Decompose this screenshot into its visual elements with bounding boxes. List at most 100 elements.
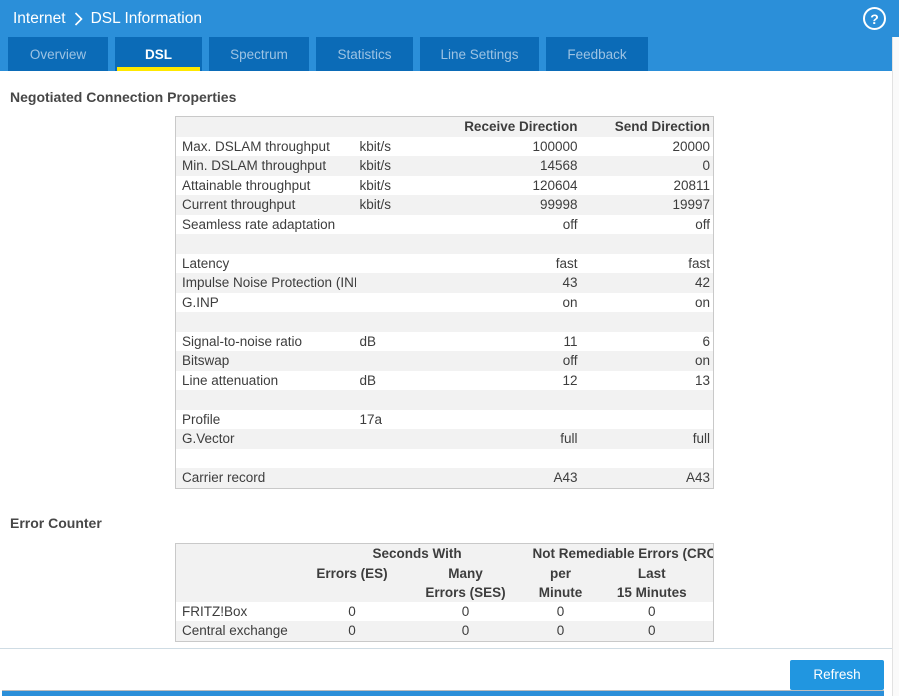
top-bar: Internet DSL Information ?: [0, 0, 899, 37]
table-row: Seamless rate adaptation off off: [176, 215, 714, 235]
cell-send: 20000: [672, 138, 710, 154]
column-header-last-line2: 15 Minutes: [616, 584, 687, 600]
cell-per-minute: 0: [556, 623, 565, 638]
tab-statistics[interactable]: Statistics: [316, 37, 413, 71]
cell-unit: dB: [359, 333, 377, 349]
cell-name: Min. DSLAM throughput: [182, 158, 327, 173]
cell-unit: [356, 351, 446, 371]
cell-es: 0: [348, 603, 356, 619]
cell-receive: full: [560, 431, 578, 446]
table-row: Min. DSLAM throughput kbit/s 14568 0: [175, 156, 714, 176]
cell-receive: A43: [553, 470, 578, 485]
chevron-right-icon: [74, 12, 83, 26]
cell-receive: 11: [563, 333, 578, 349]
column-header-last-line1: Last: [637, 565, 666, 581]
cell-receive: off: [562, 216, 578, 232]
table-row: Central exchange 0 0 0 0: [175, 621, 714, 641]
cell-send: full: [692, 431, 710, 446]
cell-send: off: [695, 216, 710, 232]
cell-name: Current throughput: [182, 197, 296, 212]
cell-per-minute: 0: [556, 603, 565, 619]
spacer-row: [175, 390, 714, 410]
tab-feedback[interactable]: Feedback: [546, 37, 648, 71]
cell-send: 20811: [673, 177, 710, 193]
header-empty: [175, 563, 304, 602]
content-area: Negotiated Connection Properties Receive…: [0, 71, 899, 691]
cell-unit: [356, 273, 446, 293]
tab-overview[interactable]: Overview: [8, 37, 108, 71]
breadcrumb-internet[interactable]: Internet: [13, 10, 66, 28]
table-row: G.Vector full full: [175, 429, 714, 449]
cell-send: on: [694, 353, 710, 368]
breadcrumb-page-title: DSL Information: [90, 9, 202, 27]
column-header-receive: Receive Direction: [445, 116, 581, 137]
button-row: Refresh: [0, 647, 899, 691]
cell-receive: on: [562, 294, 578, 310]
tab-spectrum[interactable]: Spectrum: [209, 37, 309, 71]
page-right-gutter: [892, 37, 899, 696]
cell-receive: 12: [562, 372, 578, 388]
cell-unit: 17a: [359, 411, 383, 427]
cell-receive: 43: [562, 275, 578, 290]
header-empty: [175, 116, 356, 137]
table-row: Profile 17a: [176, 410, 714, 430]
cell-send: A43: [685, 470, 710, 485]
cell-name: Carrier record: [182, 470, 266, 485]
cell-receive: [446, 410, 581, 430]
section-title-connection: Negotiated Connection Properties: [10, 89, 237, 105]
cell-es: 0: [348, 623, 356, 638]
cell-unit: kbit/s: [359, 197, 392, 212]
cell-unit: [356, 293, 446, 313]
cell-unit: kbit/s: [359, 177, 392, 193]
cell-receive: off: [562, 353, 578, 368]
table-row: Signal-to-noise ratio dB 11 6: [176, 332, 714, 352]
cell-send: [581, 410, 714, 430]
table-row: Carrier record A43 A43: [175, 468, 714, 488]
table-header-row: Receive Direction Send Direction: [175, 116, 714, 137]
cell-unit: [356, 429, 446, 449]
cell-receive: 99998: [539, 197, 578, 212]
cell-name: Max. DSLAM throughput: [182, 138, 330, 154]
tab-bar: Overview DSL Spectrum Statistics Line Se…: [0, 37, 899, 71]
cell-receive: 120604: [532, 177, 578, 193]
cell-name: G.INP: [182, 294, 219, 310]
cell-unit: [356, 254, 446, 274]
cell-ses: 0: [461, 623, 470, 638]
tab-line-settings[interactable]: Line Settings: [420, 37, 539, 71]
table-row: FRITZ!Box 0 0 0 0: [176, 602, 714, 622]
table-row: Impulse Noise Protection (INP) 43 42: [175, 273, 714, 293]
cell-last-15: 0: [648, 603, 656, 619]
column-header-ses: Many Errors (SES): [400, 563, 531, 602]
table-row: Attainable throughput kbit/s 120604 2081…: [176, 176, 714, 196]
cell-name: Seamless rate adaptation: [182, 216, 336, 232]
table-row: Line attenuation dB 12 13: [176, 371, 714, 391]
table-row: Max. DSLAM throughput kbit/s 100000 2000…: [176, 137, 714, 157]
cell-send: 19997: [672, 197, 710, 212]
cell-name: Impulse Noise Protection (INP): [182, 275, 356, 290]
spacer-row: [175, 234, 714, 254]
header-empty: [355, 116, 446, 137]
column-header-send: Send Direction: [580, 116, 714, 137]
table-row: Current throughput kbit/s 99998 19997: [175, 195, 714, 215]
refresh-button[interactable]: Refresh: [790, 659, 884, 690]
cell-send: 42: [694, 275, 710, 290]
cell-send: 6: [702, 333, 710, 349]
cell-receive: fast: [555, 255, 578, 271]
help-button[interactable]: ?: [863, 7, 886, 30]
error-counter-table: Seconds With Not Remediable Errors (CRC)…: [175, 542, 715, 642]
tab-dsl[interactable]: DSL: [115, 37, 202, 71]
column-header-ses-line1: Many: [448, 565, 483, 581]
cell-name: FRITZ!Box: [182, 603, 248, 619]
cell-receive: 14568: [539, 158, 578, 173]
dsl-information-page: Internet DSL Information ? Overview DSL …: [0, 0, 899, 696]
cell-send: 0: [702, 158, 710, 173]
cell-name: Latency: [182, 255, 230, 271]
cell-receive: 100000: [532, 138, 578, 154]
cell-unit: [356, 468, 446, 488]
section-title-error-counter: Error Counter: [10, 514, 102, 531]
cell-name: Signal-to-noise ratio: [182, 333, 303, 349]
table-row: Bitswap off on: [175, 351, 714, 371]
column-header-pm-line1: per: [550, 565, 572, 581]
column-header-ses-line2: Errors (SES): [425, 584, 506, 600]
column-header-pm-line2: Minute: [538, 584, 583, 600]
